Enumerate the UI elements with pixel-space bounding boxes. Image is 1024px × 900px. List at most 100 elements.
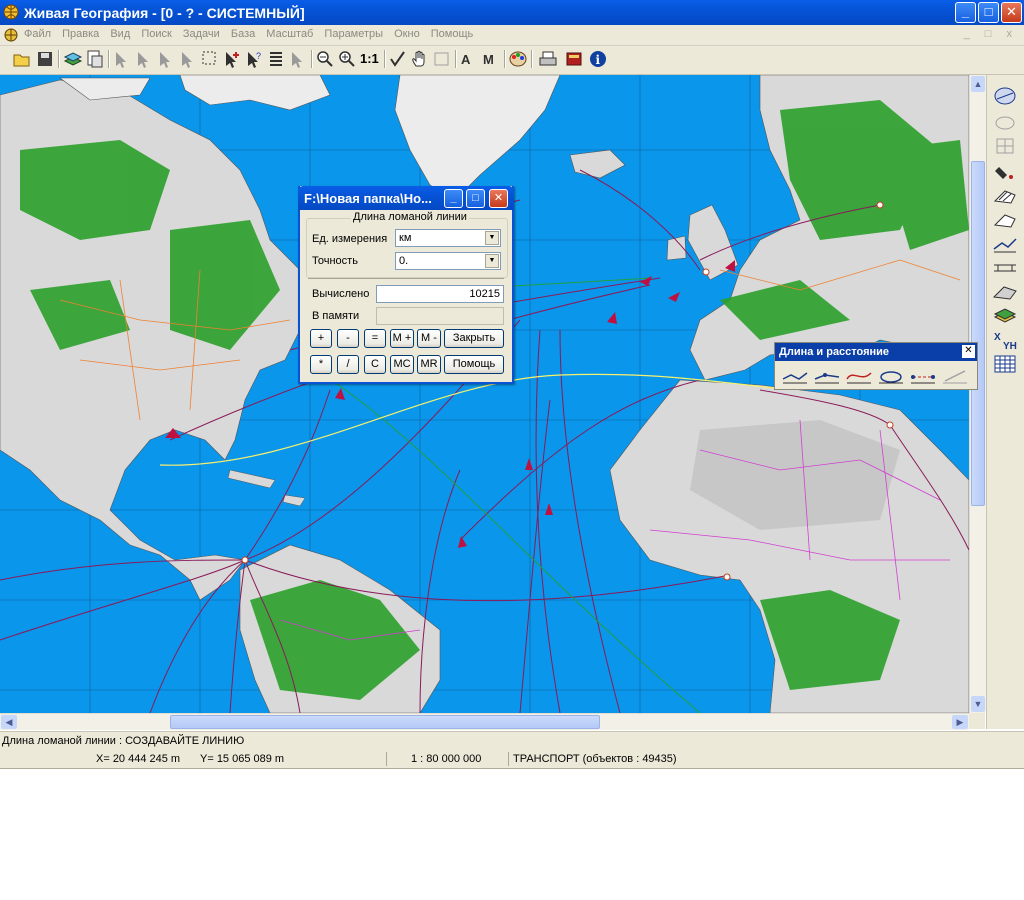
layer-stack-icon[interactable]	[991, 305, 1019, 327]
select-query-icon[interactable]: ?	[244, 49, 264, 69]
polyline-length-dialog: F:\Новая папка\Но... _ □ ✕ Длина ломаной…	[298, 186, 514, 384]
clear-button[interactable]: C	[364, 355, 386, 374]
zoom-out-icon[interactable]	[315, 49, 335, 69]
document-globe-icon[interactable]	[3, 27, 19, 43]
status-cell-blank	[0, 752, 92, 766]
world-map[interactable]	[0, 75, 969, 713]
computed-value-field[interactable]: 10215	[376, 285, 504, 303]
text-edit-icon[interactable]: M	[481, 49, 501, 69]
vertical-scroll-thumb[interactable]	[971, 161, 985, 506]
length-distance-palette: Длина и расстояние ✕	[774, 342, 978, 390]
close-button[interactable]: ✕	[1001, 2, 1022, 23]
menu-parameters[interactable]: Параметры	[324, 28, 383, 40]
horizontal-scrollbar[interactable]: ◀ ▶	[0, 713, 969, 730]
surface-tool-icon[interactable]	[991, 281, 1019, 303]
select-arrow-4-icon[interactable]	[178, 49, 198, 69]
equals-button[interactable]: =	[364, 329, 386, 348]
object-perimeter-icon[interactable]	[877, 365, 905, 387]
printer-icon[interactable]	[538, 49, 558, 69]
palette-title-bar[interactable]: Длина и расстояние ✕	[775, 343, 977, 361]
book-icon[interactable]	[564, 49, 584, 69]
segment-distance-icon[interactable]	[813, 365, 841, 387]
print-preview-icon[interactable]	[85, 49, 105, 69]
close-dialog-button[interactable]: Закрыть	[444, 329, 504, 348]
select-arrow-2-icon[interactable]	[134, 49, 154, 69]
menu-tasks[interactable]: Задачи	[183, 28, 220, 40]
polygon-tool-icon[interactable]	[991, 209, 1019, 231]
maximize-button[interactable]: □	[978, 2, 999, 23]
select-add-icon[interactable]	[222, 49, 242, 69]
divider	[308, 278, 504, 279]
menu-view[interactable]: Вид	[110, 28, 130, 40]
save-icon[interactable]	[35, 49, 55, 69]
point-distance-icon[interactable]	[909, 365, 937, 387]
line-measure-icon[interactable]	[991, 233, 1019, 255]
menu-search[interactable]: Поиск	[141, 28, 171, 40]
vertical-scrollbar[interactable]: ▲ ▼	[969, 75, 986, 713]
zoom-1-1-button[interactable]: 1:1	[360, 49, 382, 69]
memory-recall-button[interactable]: MR	[417, 355, 441, 374]
scroll-left-icon[interactable]: ◀	[1, 715, 17, 729]
help-button[interactable]: Помощь	[444, 355, 504, 374]
scroll-right-icon[interactable]: ▶	[952, 715, 968, 729]
units-select[interactable]: км ▼	[395, 229, 501, 247]
map-scale: 1 : 80 000 000	[386, 752, 508, 766]
coordinates-xy-icon[interactable]: XYH	[991, 329, 1019, 351]
polyline-length-icon[interactable]	[781, 365, 809, 387]
paint-bucket-icon[interactable]	[991, 161, 1019, 183]
dialog-title-bar[interactable]: F:\Новая папка\Но... _ □ ✕	[298, 186, 514, 210]
menu-file[interactable]: Файл	[24, 28, 51, 40]
zoom-in-icon[interactable]	[337, 49, 357, 69]
divide-button[interactable]: /	[337, 355, 359, 374]
map-canvas[interactable]	[0, 75, 969, 713]
menu-scale[interactable]: Масштаб	[266, 28, 313, 40]
select-rect-icon[interactable]	[200, 49, 220, 69]
chevron-down-icon[interactable]: ▼	[485, 231, 499, 245]
checkmark-tool-icon[interactable]	[388, 49, 408, 69]
mdi-window-controls[interactable]: _ □ x	[964, 28, 1018, 40]
curve-length-icon[interactable]	[845, 365, 873, 387]
scroll-down-icon[interactable]: ▼	[971, 696, 985, 712]
menu-help[interactable]: Помощь	[431, 28, 474, 40]
area-hatch-icon[interactable]	[991, 185, 1019, 207]
layers-icon[interactable]	[63, 49, 83, 69]
palette-close-icon[interactable]: ✕	[962, 345, 975, 358]
memory-clear-button[interactable]: MC	[390, 355, 414, 374]
precision-select[interactable]: 0. ▼	[395, 252, 501, 270]
menu-window[interactable]: Окно	[394, 28, 420, 40]
group-title: Длина ломаной линии	[351, 211, 469, 223]
menu-edit[interactable]: Правка	[62, 28, 99, 40]
dialog-maximize-icon[interactable]: □	[466, 189, 485, 208]
minimize-button[interactable]: _	[955, 2, 976, 23]
select-arrow-3-icon[interactable]	[156, 49, 176, 69]
minus-button[interactable]: -	[337, 329, 359, 348]
route-distance-icon[interactable]	[941, 365, 969, 387]
menu-database[interactable]: База	[231, 28, 255, 40]
globe-tool-icon[interactable]	[991, 85, 1019, 107]
computed-label: Вычислено	[312, 288, 370, 300]
open-icon[interactable]	[12, 49, 32, 69]
select-clear-icon[interactable]	[288, 49, 308, 69]
grid-tool-icon[interactable]	[991, 135, 1019, 157]
memory-plus-button[interactable]: M +	[390, 329, 414, 348]
chevron-down-icon[interactable]: ▼	[485, 254, 499, 268]
memory-minus-button[interactable]: M -	[417, 329, 441, 348]
palette-icon[interactable]	[508, 49, 528, 69]
scroll-up-icon[interactable]: ▲	[971, 76, 985, 92]
list-icon[interactable]	[266, 49, 286, 69]
dialog-minimize-icon[interactable]: _	[444, 189, 463, 208]
bridge-tool-icon[interactable]	[991, 257, 1019, 279]
pan-hand-icon[interactable]	[410, 49, 430, 69]
info-icon[interactable]: i	[588, 49, 608, 69]
title-bar: Живая География - [0 - ? - СИСТЕМНЫЙ] _ …	[0, 0, 1024, 25]
x-coordinate: X= 20 444 245 m	[96, 753, 181, 765]
table-grid-icon[interactable]	[991, 353, 1019, 375]
refresh-icon[interactable]	[432, 49, 452, 69]
multiply-button[interactable]: *	[310, 355, 332, 374]
dialog-close-icon[interactable]: ✕	[489, 189, 508, 208]
object-tool-icon[interactable]	[991, 111, 1019, 133]
select-arrow-icon[interactable]	[112, 49, 132, 69]
horizontal-scroll-thumb[interactable]	[170, 715, 600, 729]
text-label-icon[interactable]: A	[459, 49, 479, 69]
plus-button[interactable]: +	[310, 329, 332, 348]
